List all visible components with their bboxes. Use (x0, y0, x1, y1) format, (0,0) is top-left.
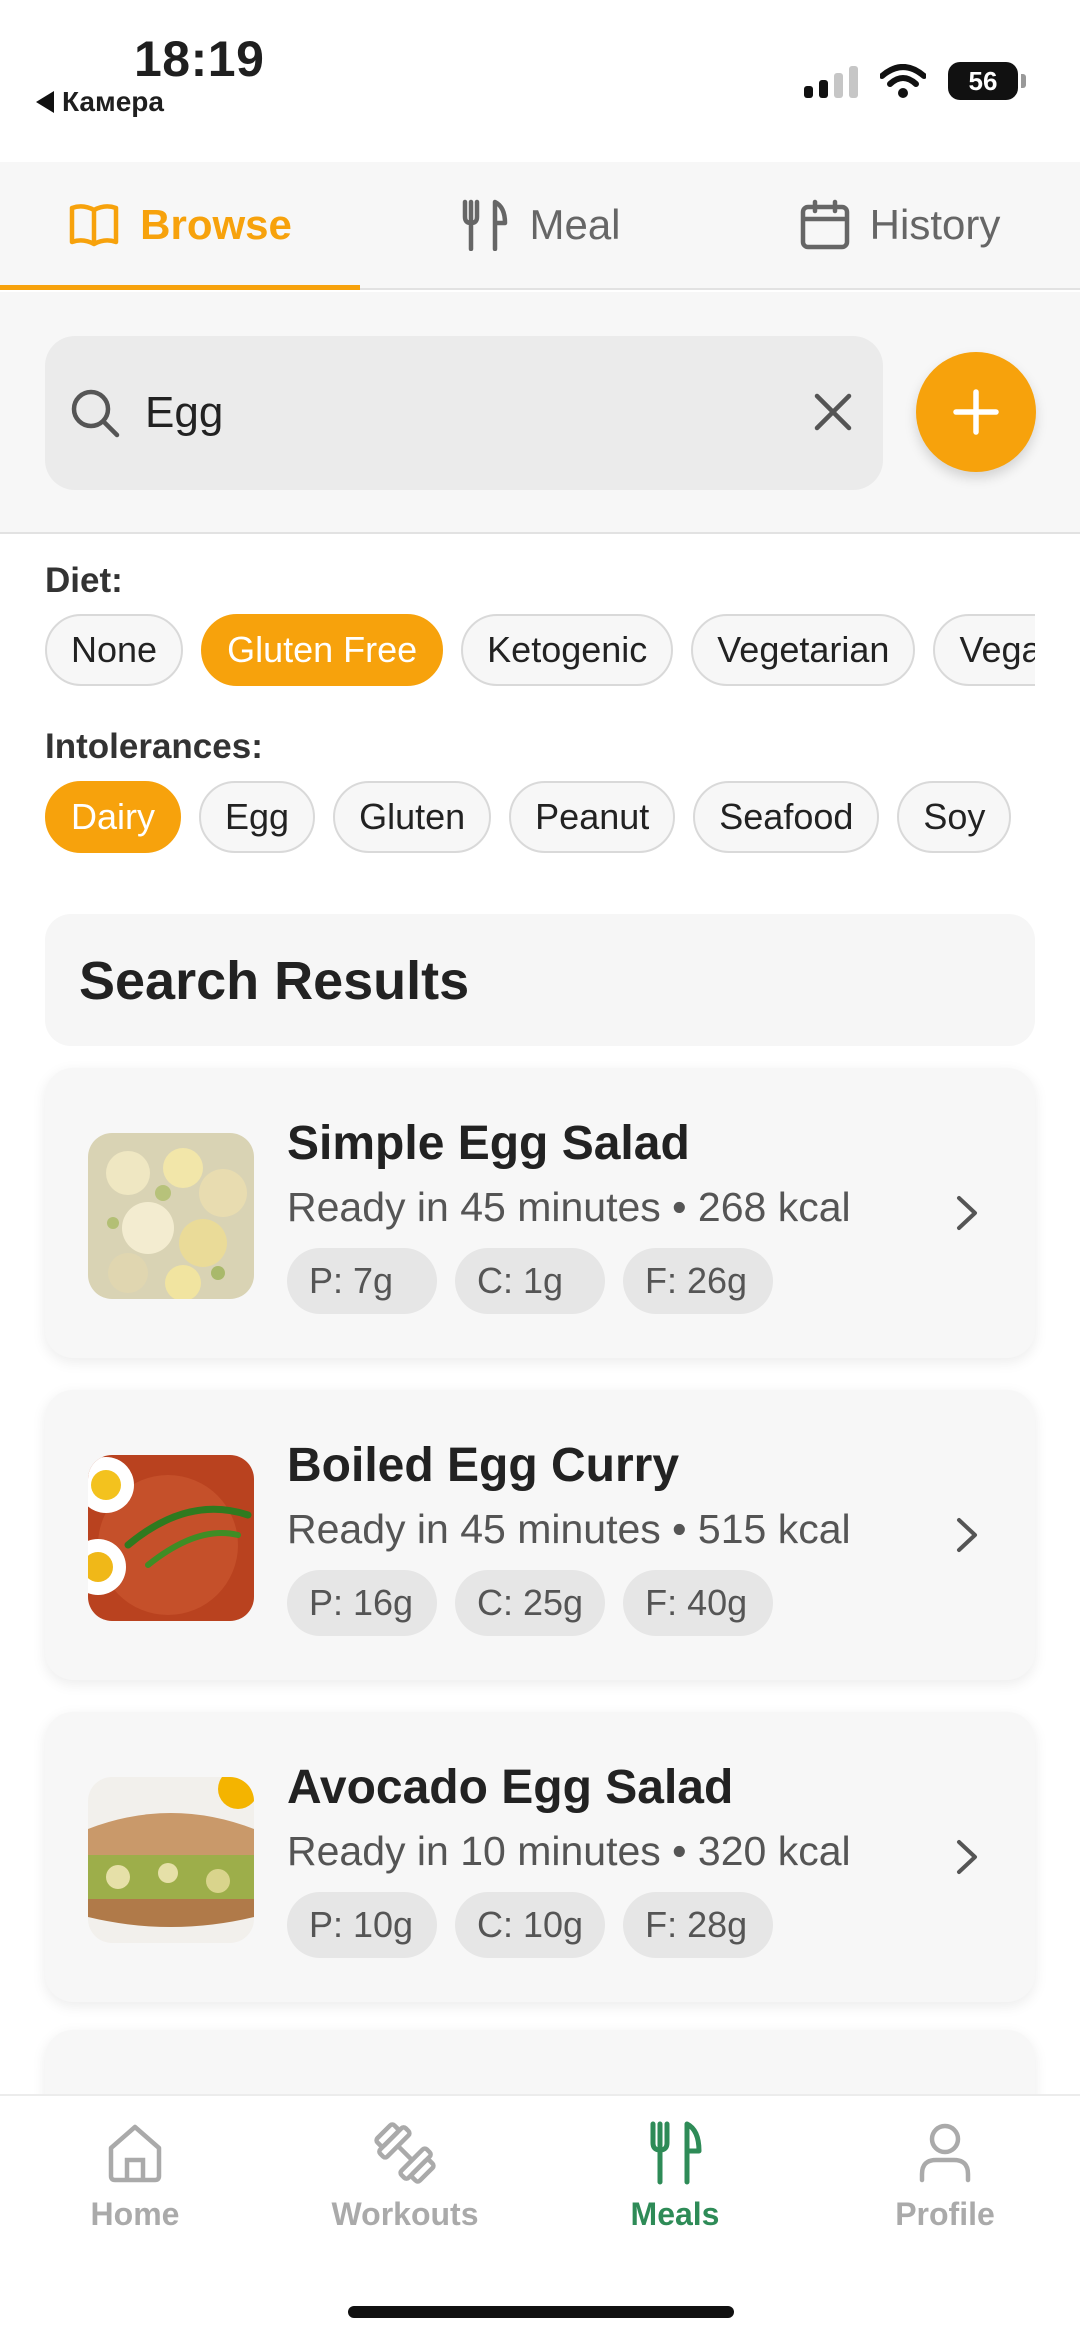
egg-curry-image (88, 1455, 254, 1621)
intolerance-chip-dairy[interactable]: Dairy (45, 781, 182, 853)
fat-badge: F: 40g (623, 1570, 774, 1636)
status-icons: 56 (804, 62, 1026, 100)
plus-icon (953, 389, 999, 435)
intolerance-chip-gluten[interactable]: Gluten (333, 781, 492, 853)
person-icon (919, 2123, 971, 2183)
fork-knife-icon (463, 199, 508, 251)
recipe-card[interactable]: Simple Egg Salad Ready in 45 minutes • 2… (45, 1068, 1035, 1358)
carbs-badge: C: 10g (455, 1892, 606, 1958)
recipe-card[interactable]: Boiled Egg Curry Ready in 45 minutes • 5… (45, 1390, 1035, 1680)
search-results-header: Search Results (45, 914, 1035, 1046)
nav-meals-label: Meals (630, 2196, 720, 2232)
tab-meal[interactable]: Meal (360, 162, 720, 288)
nav-meals[interactable]: Meals (565, 2118, 785, 2233)
back-app-label: Камера (62, 86, 164, 117)
diet-label: Diet: (45, 561, 123, 600)
diet-chip-none[interactable]: None (45, 614, 184, 686)
top-tab-bar: Browse Meal History (0, 162, 1080, 290)
intolerances-label: Intolerances: (45, 727, 263, 766)
chevron-right-icon (957, 1840, 977, 1874)
avocado-egg-salad-image (88, 1777, 254, 1943)
carbs-badge: C: 1g (455, 1248, 605, 1314)
recipe-thumbnail (88, 1455, 254, 1621)
nav-home-label: Home (90, 2196, 180, 2232)
nav-workouts-label: Workouts (331, 2196, 479, 2232)
recipe-meta: Ready in 10 minutes • 320 kcal (287, 1828, 851, 1874)
search-bar[interactable] (45, 336, 883, 490)
search-results-title: Search Results (79, 951, 470, 1011)
recipe-thumbnail (88, 1133, 254, 1299)
protein-badge: P: 10g (287, 1892, 437, 1958)
fork-knife-icon (650, 2121, 702, 2185)
recipe-card[interactable]: Avocado Egg Salad Ready in 10 minutes • … (45, 1712, 1035, 2002)
home-icon (108, 2124, 162, 2183)
intolerances-chip-row: Dairy Egg Gluten Peanut Seafood Soy (45, 781, 1035, 853)
search-icon (71, 389, 120, 438)
recipe-meta: Ready in 45 minutes • 268 kcal (287, 1184, 851, 1230)
tab-history-label: History (869, 201, 1001, 248)
status-bar: 18:19 Камера 56 (0, 0, 1080, 160)
macro-row: P: 10g C: 10g F: 28g (287, 1892, 774, 1958)
tab-history[interactable]: History (720, 162, 1080, 288)
macro-row: P: 16g C: 25g F: 40g (287, 1570, 774, 1636)
bottom-navigation: Home Workouts Meals Profile (0, 2094, 1080, 2341)
chevron-right-icon (957, 1196, 977, 1230)
intolerance-chip-peanut[interactable]: Peanut (509, 781, 676, 853)
diet-chip-ketogenic[interactable]: Ketogenic (461, 614, 674, 686)
macro-row: P: 7g C: 1g F: 26g (287, 1248, 773, 1314)
nav-workouts[interactable]: Workouts (295, 2118, 515, 2233)
carbs-badge: C: 25g (455, 1570, 606, 1636)
intolerance-chip-seafood[interactable]: Seafood (693, 781, 880, 853)
recipe-thumbnail (88, 1777, 254, 1943)
recipe-title: Avocado Egg Salad (287, 1761, 734, 1814)
wifi-icon (880, 64, 926, 98)
add-button[interactable] (916, 352, 1036, 472)
search-row (0, 292, 1080, 534)
signal-icon (804, 64, 858, 98)
home-indicator[interactable] (348, 2306, 734, 2318)
recipe-meta: Ready in 45 minutes • 515 kcal (287, 1506, 851, 1552)
nav-home[interactable]: Home (25, 2118, 245, 2233)
fat-badge: F: 28g (623, 1892, 774, 1958)
diet-chip-vegan[interactable]: Vegan (933, 614, 1035, 686)
tab-browse-label: Browse (140, 201, 292, 248)
search-input[interactable] (145, 388, 765, 438)
nav-profile[interactable]: Profile (835, 2118, 1055, 2233)
calendar-icon (800, 199, 849, 250)
back-triangle-icon (36, 91, 54, 113)
back-to-app-link[interactable]: Камера (36, 86, 164, 118)
intolerance-chip-egg[interactable]: Egg (199, 781, 316, 853)
chevron-right-icon (957, 1518, 977, 1552)
intolerance-chip-soy[interactable]: Soy (897, 781, 1012, 853)
nav-profile-label: Profile (895, 2196, 995, 2232)
status-time: 18:19 (134, 31, 265, 87)
diet-chip-vegetarian[interactable]: Vegetarian (691, 614, 916, 686)
fat-badge: F: 26g (623, 1248, 773, 1314)
dumbbell-icon (374, 2122, 436, 2184)
battery-icon: 56 (948, 62, 1026, 100)
egg-salad-image (88, 1133, 254, 1299)
recipe-title: Simple Egg Salad (287, 1117, 690, 1170)
diet-chip-gluten-free[interactable]: Gluten Free (201, 614, 444, 686)
book-icon (69, 204, 119, 247)
clear-search-icon[interactable] (809, 388, 857, 436)
recipe-title: Boiled Egg Curry (287, 1439, 680, 1492)
tab-browse[interactable]: Browse (0, 162, 360, 290)
protein-badge: P: 16g (287, 1570, 437, 1636)
diet-chip-row: None Gluten Free Ketogenic Vegetarian Ve… (45, 614, 1035, 686)
protein-badge: P: 7g (287, 1248, 437, 1314)
tab-meal-label: Meal (529, 201, 621, 248)
